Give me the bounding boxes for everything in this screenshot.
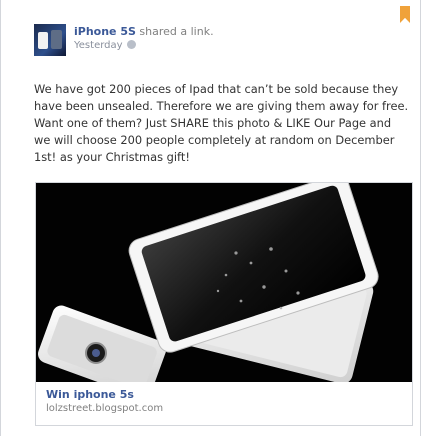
link-preview-image[interactable]	[36, 183, 412, 382]
shared-link-attachment[interactable]: Win iphone 5s lolzstreet.blogspot.com	[35, 182, 413, 426]
post-meta: Yesterday	[74, 40, 136, 51]
post-timestamp[interactable]: Yesterday	[74, 40, 123, 51]
feed-post: iPhone 5S shared a link. Yesterday We ha…	[0, 0, 421, 436]
link-caption[interactable]: Win iphone 5s lolzstreet.blogspot.com	[46, 388, 163, 414]
post-message: We have got 200 pieces of Ipad that can’…	[34, 82, 409, 164]
post-byline: iPhone 5S shared a link.	[74, 25, 214, 38]
page-name-link[interactable]: iPhone 5S	[74, 25, 136, 38]
globe-icon[interactable]	[126, 40, 136, 49]
phone-illustration	[38, 183, 379, 382]
link-title[interactable]: Win iphone 5s	[46, 388, 163, 401]
post-action-text: shared a link.	[139, 25, 214, 38]
link-domain: lolzstreet.blogspot.com	[46, 403, 164, 414]
page-avatar[interactable]	[34, 24, 66, 56]
bookmark-icon[interactable]	[400, 6, 410, 23]
